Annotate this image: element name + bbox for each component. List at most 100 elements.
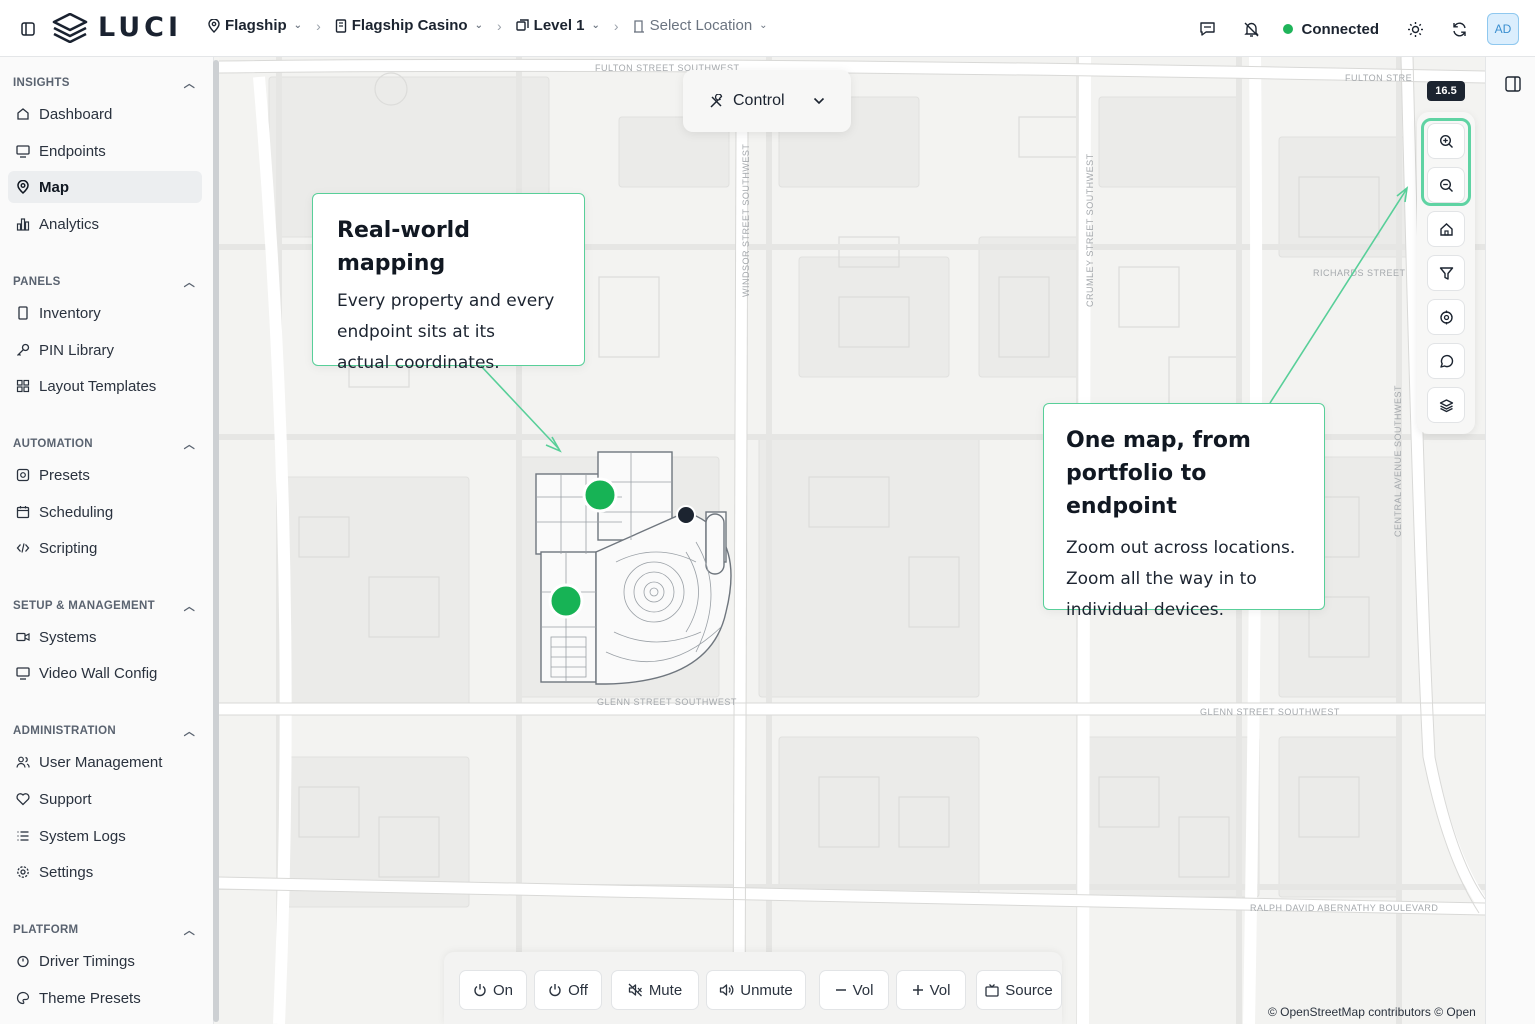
locate-button[interactable] (1427, 299, 1465, 335)
sidebar-item-scheduling[interactable]: Scheduling (8, 496, 202, 528)
plus-icon (912, 985, 923, 995)
section-title: AUTOMATION (13, 438, 93, 450)
monitor-icon (16, 144, 30, 158)
button-label: On (492, 981, 513, 999)
status-dot (1283, 24, 1294, 34)
breadcrumb-level[interactable]: Level 1 ⌄ (515, 17, 600, 34)
panel-toggle-icon[interactable] (1505, 76, 1521, 97)
map-attribution[interactable]: © OpenStreetMap contributors © Open (1268, 1005, 1476, 1019)
sidebar-item-system-logs[interactable]: System Logs (8, 820, 202, 852)
notifications-off-icon[interactable] (1229, 12, 1273, 46)
sidebar-item-driver-timings[interactable]: Driver Timings (8, 945, 202, 977)
endpoint-marker[interactable] (582, 477, 618, 513)
breadcrumb-building[interactable]: Flagship Casino ⌄ (335, 17, 483, 34)
sidebar-item-user-management[interactable]: User Management (8, 746, 202, 778)
sidebar-item-label: System Logs (39, 827, 126, 845)
section-header-platform[interactable]: PLATFORM ︿ (13, 922, 195, 938)
sidebar-item-layout-templates[interactable]: Layout Templates (8, 370, 202, 402)
sidebar-item-label: Driver Timings (39, 952, 135, 970)
street-label: GLENN STREET SOUTHWEST (597, 697, 737, 707)
layers-button[interactable] (1427, 387, 1465, 423)
sidebar-toggle-icon[interactable] (16, 17, 40, 41)
sidebar-item-dashboard[interactable]: Dashboard (8, 98, 202, 130)
breadcrumb-location-select[interactable]: Select Location ⌄ (633, 17, 768, 34)
chat-icon (1439, 354, 1453, 368)
control-mode-label: Control (733, 92, 785, 109)
sidebar-item-label: Systems (39, 628, 97, 646)
home-view-button[interactable] (1427, 211, 1465, 247)
button-label: Off (568, 981, 588, 999)
mute-button[interactable]: Mute (611, 970, 699, 1010)
street-label: CENTRAL AVENUE SOUTHWEST (1393, 385, 1403, 537)
chevron-down-icon: ⌄ (759, 20, 768, 31)
volume-up-button[interactable]: Vol (896, 970, 966, 1010)
comment-button[interactable] (1427, 343, 1465, 379)
sidebar: INSIGHTS ︿ Dashboard Endpoints Map Analyt… (0, 57, 214, 1024)
sidebar-item-systems[interactable]: Systems (8, 621, 202, 653)
calendar-icon (16, 505, 30, 519)
breadcrumb-label: Flagship (225, 17, 287, 34)
sidebar-item-label: PIN Library (39, 341, 115, 359)
logo[interactable]: LUCI (52, 12, 182, 43)
chevron-down-icon: ⌄ (474, 20, 483, 31)
section-header-insights[interactable]: INSIGHTS ︿ (13, 75, 195, 91)
chevron-down-icon: ⌄ (293, 20, 303, 31)
mute-icon (628, 983, 642, 997)
right-rail (1485, 57, 1535, 1024)
connection-status-label: Connected (1301, 20, 1379, 38)
filter-button[interactable] (1427, 255, 1465, 291)
sidebar-item-support[interactable]: Support (8, 783, 202, 815)
section-header-setup-management[interactable]: SETUP & MANAGEMENT ︿ (13, 598, 195, 614)
zoom-controls-highlight (1421, 118, 1471, 206)
callout-body-line: Zoom out across locations. (1066, 538, 1296, 558)
home-icon (16, 107, 30, 121)
sidebar-item-scripting[interactable]: Scripting (8, 532, 202, 564)
section-header-panels[interactable]: PANELS ︿ (13, 274, 195, 290)
breadcrumb: Flagship ⌄ › Flagship Casino ⌄ › Level 1… (208, 17, 768, 34)
sidebar-item-endpoints[interactable]: Endpoints (8, 135, 202, 167)
monitor-icon (16, 666, 30, 680)
power-on-button[interactable]: On (459, 970, 527, 1010)
callout-body-line: Every property and every (337, 291, 555, 311)
layers-icon (515, 19, 529, 31)
sidebar-item-map[interactable]: Map (8, 171, 202, 203)
top-bar: LUCI Flagship ⌄ › Flagship Casino ⌄ › Le… (0, 0, 1535, 57)
breadcrumb-property[interactable]: Flagship ⌄ (208, 17, 302, 34)
sidebar-item-label: Theme Presets (39, 989, 141, 1007)
sidebar-item-label: Analytics (39, 215, 100, 233)
power-off-button[interactable]: Off (534, 970, 602, 1010)
chevron-up-icon: ︿ (183, 601, 195, 613)
volume-down-button[interactable]: Vol (819, 970, 889, 1010)
callout-body-line: individual devices. (1066, 600, 1225, 620)
street-label: GLENN STREET SOUTHWEST (1200, 707, 1340, 717)
power-icon (549, 984, 561, 997)
avatar[interactable]: AD (1487, 13, 1519, 45)
sidebar-item-presets[interactable]: Presets (8, 459, 202, 491)
button-label: Vol (852, 981, 874, 999)
theme-toggle-icon[interactable] (1393, 12, 1437, 46)
building-icon (335, 18, 346, 33)
chevron-up-icon: ︿ (183, 726, 195, 738)
sidebar-item-settings[interactable]: Settings (8, 856, 202, 888)
control-mode-select[interactable]: Control (699, 82, 835, 120)
section-header-automation[interactable]: AUTOMATION ︿ (13, 436, 195, 452)
source-button[interactable]: Source (976, 970, 1062, 1010)
sidebar-item-analytics[interactable]: Analytics (8, 208, 202, 240)
refresh-icon[interactable] (1437, 12, 1481, 46)
unmute-button[interactable]: Unmute (706, 970, 806, 1010)
messages-icon[interactable] (1185, 12, 1229, 46)
sidebar-item-video-wall-config[interactable]: Video Wall Config (8, 657, 202, 689)
sidebar-item-inventory[interactable]: Inventory (8, 297, 202, 329)
endpoint-marker[interactable] (548, 583, 584, 619)
chevron-up-icon: ︿ (183, 277, 195, 289)
callout-body-line: actual coordinates. (337, 353, 500, 373)
endpoint-marker[interactable] (676, 505, 696, 525)
chevron-down-icon (813, 97, 825, 105)
sidebar-item-pin-library[interactable]: PIN Library (8, 334, 202, 366)
section-title: INSIGHTS (13, 77, 70, 89)
callout-title-line: One map, from (1066, 428, 1251, 453)
section-header-administration[interactable]: ADMINISTRATION ︿ (13, 723, 195, 739)
chevron-down-icon: ⌄ (591, 20, 600, 31)
sidebar-item-theme-presets[interactable]: Theme Presets (8, 982, 202, 1014)
minus-icon (835, 989, 846, 991)
